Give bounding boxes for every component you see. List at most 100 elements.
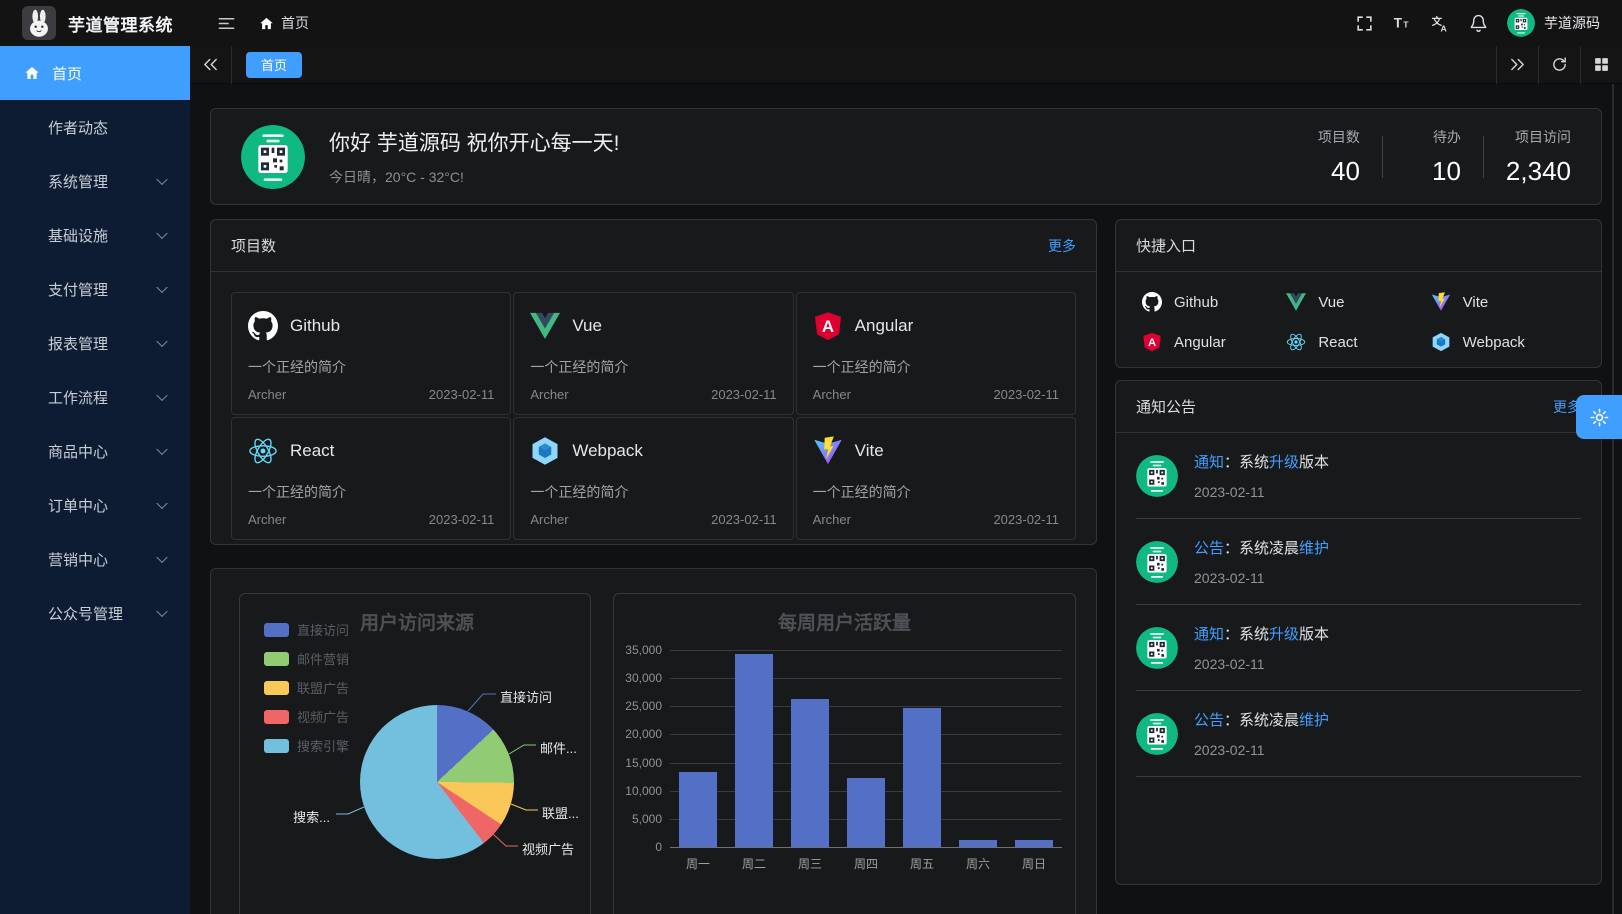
project-card-vite[interactable]: Vite一个正经的简介Archer2023-02-11 [796,417,1076,540]
project-card-github[interactable]: Github一个正经的简介Archer2023-02-11 [231,292,511,415]
project-date: 2023-02-11 [429,387,495,402]
welcome-card: 你好 芋道源码 祝你开心每一天! 今日晴，20°C - 32°C! 项目数 40… [210,108,1602,205]
notice-item[interactable]: 公告：系统凌晨维护2023-02-11 [1136,691,1581,777]
collapse-left-button[interactable] [190,46,232,84]
qr-avatar-icon [1136,455,1178,497]
stat-divider [1483,136,1484,178]
project-date: 2023-02-11 [711,512,777,527]
notice-title-link[interactable]: 通知 [1194,454,1224,471]
notice-title-link[interactable]: 升级 [1269,454,1299,471]
welcome-texts: 你好 芋道源码 祝你开心每一天! 今日晴，20°C - 32°C! [329,127,1304,187]
project-name: React [290,441,334,461]
github-icon [248,311,278,341]
sidebar-item[interactable]: 作者动态 [0,100,190,154]
user-avatar [1507,9,1535,37]
sidebar-item[interactable]: 营销中心 [0,532,190,586]
legend-item[interactable]: 直接访问 [264,620,349,639]
stat-label: 项目访问 [1515,127,1571,147]
shortcut-vite[interactable]: Vite [1431,292,1575,312]
project-card-header: AAngular [813,311,1059,341]
shortcut-vue[interactable]: Vue [1286,292,1430,312]
pie-slice-label: 直接访问 [500,687,552,706]
shortcut-github[interactable]: Github [1142,292,1286,312]
legend-item[interactable]: 搜索引擎 [264,736,349,755]
notice-title-link[interactable]: 升级 [1269,626,1299,643]
bar-周三 [791,699,829,847]
shortcut-label: Angular [1174,334,1226,351]
notice-title-link[interactable]: 通知 [1194,626,1224,643]
refresh-button[interactable] [1538,46,1580,84]
notice-item[interactable]: 公告：系统凌晨维护2023-02-11 [1136,519,1581,605]
hamburger-menu-icon[interactable] [211,8,241,38]
notice-title-link[interactable]: 公告 [1194,712,1224,729]
legend-item[interactable]: 视频广告 [264,707,349,726]
legend-item[interactable]: 邮件营销 [264,649,349,668]
header-actions: TT 文A 芋道源码 [1349,8,1622,38]
sidebar-item[interactable]: 订单中心 [0,478,190,532]
sidebar-item-label: 系统管理 [48,171,108,192]
chevron-down-icon [156,390,167,401]
sidebar-item[interactable]: 支付管理 [0,262,190,316]
sidebar-item-label: 营销中心 [48,549,108,570]
bar-周六 [959,840,997,847]
stat-visits: 项目访问 2,340 [1506,127,1571,187]
stat-value: 2,340 [1506,156,1571,187]
sidebar-item-home[interactable]: 首页 [0,46,190,100]
project-card-vue[interactable]: Vue一个正经的简介Archer2023-02-11 [513,292,793,415]
projects-more-link[interactable]: 更多 [1048,236,1076,256]
user-menu[interactable]: 芋道源码 [1507,9,1600,37]
x-axis-tick-label: 周五 [894,855,950,872]
sidebar-item-label: 首页 [52,63,82,84]
notice-title: 公告：系统凌晨维护 [1194,709,1329,730]
project-footer: Archer2023-02-11 [530,512,776,527]
tab-home[interactable]: 首页 [246,52,302,78]
home-icon [259,16,274,31]
expand-right-button[interactable] [1496,46,1538,84]
sidebar-item[interactable]: 系统管理 [0,154,190,208]
grid-button[interactable] [1580,46,1622,84]
tabbar: 首页 [190,46,1622,84]
project-card-webpack[interactable]: Webpack一个正经的简介Archer2023-02-11 [513,417,793,540]
header-action-bell-icon[interactable] [1463,8,1493,38]
x-axis-tick-label: 周六 [950,855,1006,872]
sidebar-item-label: 基础设施 [48,225,108,246]
settings-button[interactable] [1576,395,1622,439]
chevron-down-icon [156,174,167,185]
breadcrumb[interactable]: 首页 [259,13,309,33]
notice-item[interactable]: 通知：系统升级版本2023-02-11 [1136,605,1581,691]
app-logo [22,6,56,40]
shortcut-webpack[interactable]: Webpack [1431,332,1575,352]
shortcut-angular[interactable]: AAngular [1142,332,1286,352]
app-title: 芋道管理系统 [68,11,173,36]
sidebar: 首页 作者动态系统管理基础设施支付管理报表管理工作流程商品中心订单中心营销中心公… [0,46,190,914]
sidebar-item[interactable]: 公众号管理 [0,586,190,640]
sidebar-item[interactable]: 基础设施 [0,208,190,262]
notice-title-link[interactable]: 公告 [1194,540,1224,557]
header-action-fullscreen-icon[interactable] [1349,8,1379,38]
bar-周一 [679,772,717,847]
header-action-font-size-icon[interactable]: TT [1387,8,1417,38]
notice-item[interactable]: 通知：系统升级版本2023-02-11 [1136,433,1581,519]
gridline [670,763,1062,764]
sidebar-item[interactable]: 报表管理 [0,316,190,370]
notice-title-link[interactable]: 维护 [1299,540,1329,557]
scrollbar[interactable] [1612,84,1614,914]
shortcut-label: Vite [1463,294,1489,311]
sidebar-item-label: 商品中心 [48,441,108,462]
shortcut-react[interactable]: React [1286,332,1430,352]
sidebar-item[interactable]: 工作流程 [0,370,190,424]
sidebar-item-label: 支付管理 [48,279,108,300]
project-card-react[interactable]: React一个正经的简介Archer2023-02-11 [231,417,511,540]
project-date: 2023-02-11 [993,512,1059,527]
legend-item[interactable]: 联盟广告 [264,678,349,697]
project-card-angular[interactable]: AAngular一个正经的简介Archer2023-02-11 [796,292,1076,415]
notice-title-link[interactable]: 维护 [1299,712,1329,729]
legend-label: 直接访问 [297,620,349,639]
notices-title: 通知公告 [1136,396,1196,417]
react-icon [248,436,278,466]
notice-body: 通知：系统升级版本2023-02-11 [1194,451,1329,500]
qr-avatar-icon [1136,627,1178,669]
header-action-translate-icon[interactable]: 文A [1425,8,1455,38]
sidebar-item[interactable]: 商品中心 [0,424,190,478]
expand-right-icon [1509,56,1526,73]
